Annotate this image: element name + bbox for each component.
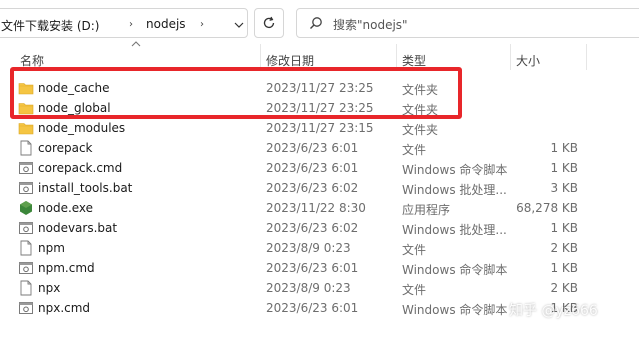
- file-date: 2023/11/27 23:15: [266, 121, 374, 135]
- script-icon: [18, 300, 34, 316]
- breadcrumb-separator-icon[interactable]: ›: [200, 19, 204, 30]
- file-name: install_tools.bat: [38, 181, 133, 195]
- file-name: corepack: [38, 141, 93, 155]
- file-row[interactable]: npx 2023/8/9 0:23 文件 2 KB: [14, 278, 614, 298]
- file-name: npx: [38, 281, 61, 295]
- file-date: 2023/11/27 23:25: [266, 101, 374, 115]
- file-type: Windows 命令脚本: [402, 263, 508, 277]
- file-row[interactable]: corepack 2023/6/23 6:01 文件 1 KB: [14, 138, 614, 158]
- file-type: Windows 批处理...: [402, 183, 507, 197]
- file-name: node_global: [38, 101, 111, 115]
- file-type: 文件夹: [402, 123, 439, 137]
- column-header-size[interactable]: 大小: [516, 52, 540, 69]
- file-size: 1 KB: [550, 141, 578, 155]
- file-date: 2023/8/9 0:23: [266, 241, 351, 255]
- folder-icon: [18, 80, 34, 96]
- search-box[interactable]: 搜索"nodejs": [296, 8, 639, 38]
- file-size: 2 KB: [550, 241, 578, 255]
- file-size: 1 KB: [550, 221, 578, 235]
- address-bar[interactable]: 文件下载安装 (D:) › nodejs ›: [0, 8, 248, 38]
- file-date: 2023/6/23 6:01: [266, 161, 359, 175]
- file-date: 2023/6/23 6:02: [266, 221, 359, 235]
- file-type: 文件夹: [402, 83, 439, 97]
- file-name: npm.cmd: [38, 261, 95, 275]
- file-icon: [18, 140, 34, 156]
- file-row[interactable]: npm 2023/8/9 0:23 文件 2 KB: [14, 238, 614, 258]
- file-date: 2023/6/23 6:02: [266, 181, 359, 195]
- column-divider[interactable]: [260, 44, 261, 70]
- column-divider[interactable]: [396, 44, 397, 70]
- file-type: Windows 命令脚本: [402, 303, 508, 317]
- breadcrumb-drive[interactable]: 文件下载安装 (D:): [1, 17, 99, 34]
- folder-icon: [18, 120, 34, 136]
- file-size: 1 KB: [550, 161, 578, 175]
- search-input[interactable]: 搜索"nodejs": [333, 16, 408, 33]
- file-icon: [18, 240, 34, 256]
- file-row[interactable]: npm.cmd 2023/6/23 6:01 Windows 命令脚本 1 KB: [14, 258, 614, 278]
- column-header-name[interactable]: 名称: [20, 52, 44, 69]
- file-date: 2023/6/23 6:01: [266, 301, 359, 315]
- file-size: 3 KB: [550, 181, 578, 195]
- file-size: 1 KB: [550, 261, 578, 275]
- script-icon: [18, 180, 34, 196]
- file-row[interactable]: corepack.cmd 2023/6/23 6:01 Windows 命令脚本 1 …: [14, 158, 614, 178]
- file-type: 文件夹: [402, 103, 439, 117]
- file-date: 2023/8/9 0:23: [266, 281, 351, 295]
- file-row[interactable]: node_cache 2023/11/27 23:25 文件夹: [14, 78, 614, 98]
- file-name: node_cache: [38, 81, 110, 95]
- file-name: npx.cmd: [38, 301, 91, 315]
- sort-ascending-icon: [131, 40, 141, 50]
- file-row[interactable]: node_modules 2023/11/27 23:15 文件夹: [14, 118, 614, 138]
- file-size: 68,278 KB: [516, 201, 578, 215]
- file-type: 文件: [402, 283, 427, 297]
- breadcrumb-nodejs[interactable]: nodejs: [146, 17, 186, 31]
- file-type: 应用程序: [402, 203, 451, 217]
- folder-icon: [18, 100, 34, 116]
- file-name: corepack.cmd: [38, 161, 123, 175]
- file-type: 文件: [402, 143, 427, 157]
- toolbar: 文件下载安装 (D:) › nodejs › 搜索"nodejs": [0, 0, 639, 44]
- file-row[interactable]: node.exe 2023/11/22 8:30 应用程序 68,278 KB: [14, 198, 614, 218]
- file-date: 2023/6/23 6:01: [266, 261, 359, 275]
- file-row[interactable]: node_global 2023/11/27 23:25 文件夹: [14, 98, 614, 118]
- file-icon: [18, 280, 34, 296]
- node-exe-icon: [18, 200, 34, 216]
- file-type: Windows 批处理...: [402, 223, 507, 237]
- refresh-icon: [263, 16, 275, 29]
- file-date: 2023/11/22 8:30: [266, 201, 366, 215]
- column-header-date[interactable]: 修改日期: [266, 52, 314, 69]
- file-row[interactable]: install_tools.bat 2023/6/23 6:02 Windows 批…: [14, 178, 614, 198]
- file-name: node.exe: [38, 201, 94, 215]
- file-date: 2023/11/27 23:25: [266, 81, 374, 95]
- script-icon: [18, 260, 34, 276]
- file-size: 2 KB: [550, 281, 578, 295]
- file-type: Windows 命令脚本: [402, 163, 508, 177]
- column-header-type[interactable]: 类型: [402, 52, 426, 69]
- file-name: npm: [38, 241, 65, 255]
- column-header-row: [0, 44, 639, 70]
- column-divider[interactable]: [586, 44, 587, 70]
- file-type: 文件: [402, 243, 427, 257]
- chevron-down-icon[interactable]: [227, 13, 251, 37]
- script-icon: [18, 220, 34, 236]
- script-icon: [18, 160, 34, 176]
- search-icon: [309, 16, 323, 33]
- file-name: nodevars.bat: [38, 221, 118, 235]
- watermark: 知乎 @yz666: [509, 303, 598, 319]
- file-date: 2023/6/23 6:01: [266, 141, 359, 155]
- column-divider[interactable]: [510, 44, 511, 70]
- breadcrumb-separator-icon[interactable]: ›: [129, 19, 133, 30]
- file-name: node_modules: [38, 121, 126, 135]
- file-row[interactable]: nodevars.bat 2023/6/23 6:02 Windows 批处理...…: [14, 218, 614, 238]
- refresh-button[interactable]: [254, 8, 284, 38]
